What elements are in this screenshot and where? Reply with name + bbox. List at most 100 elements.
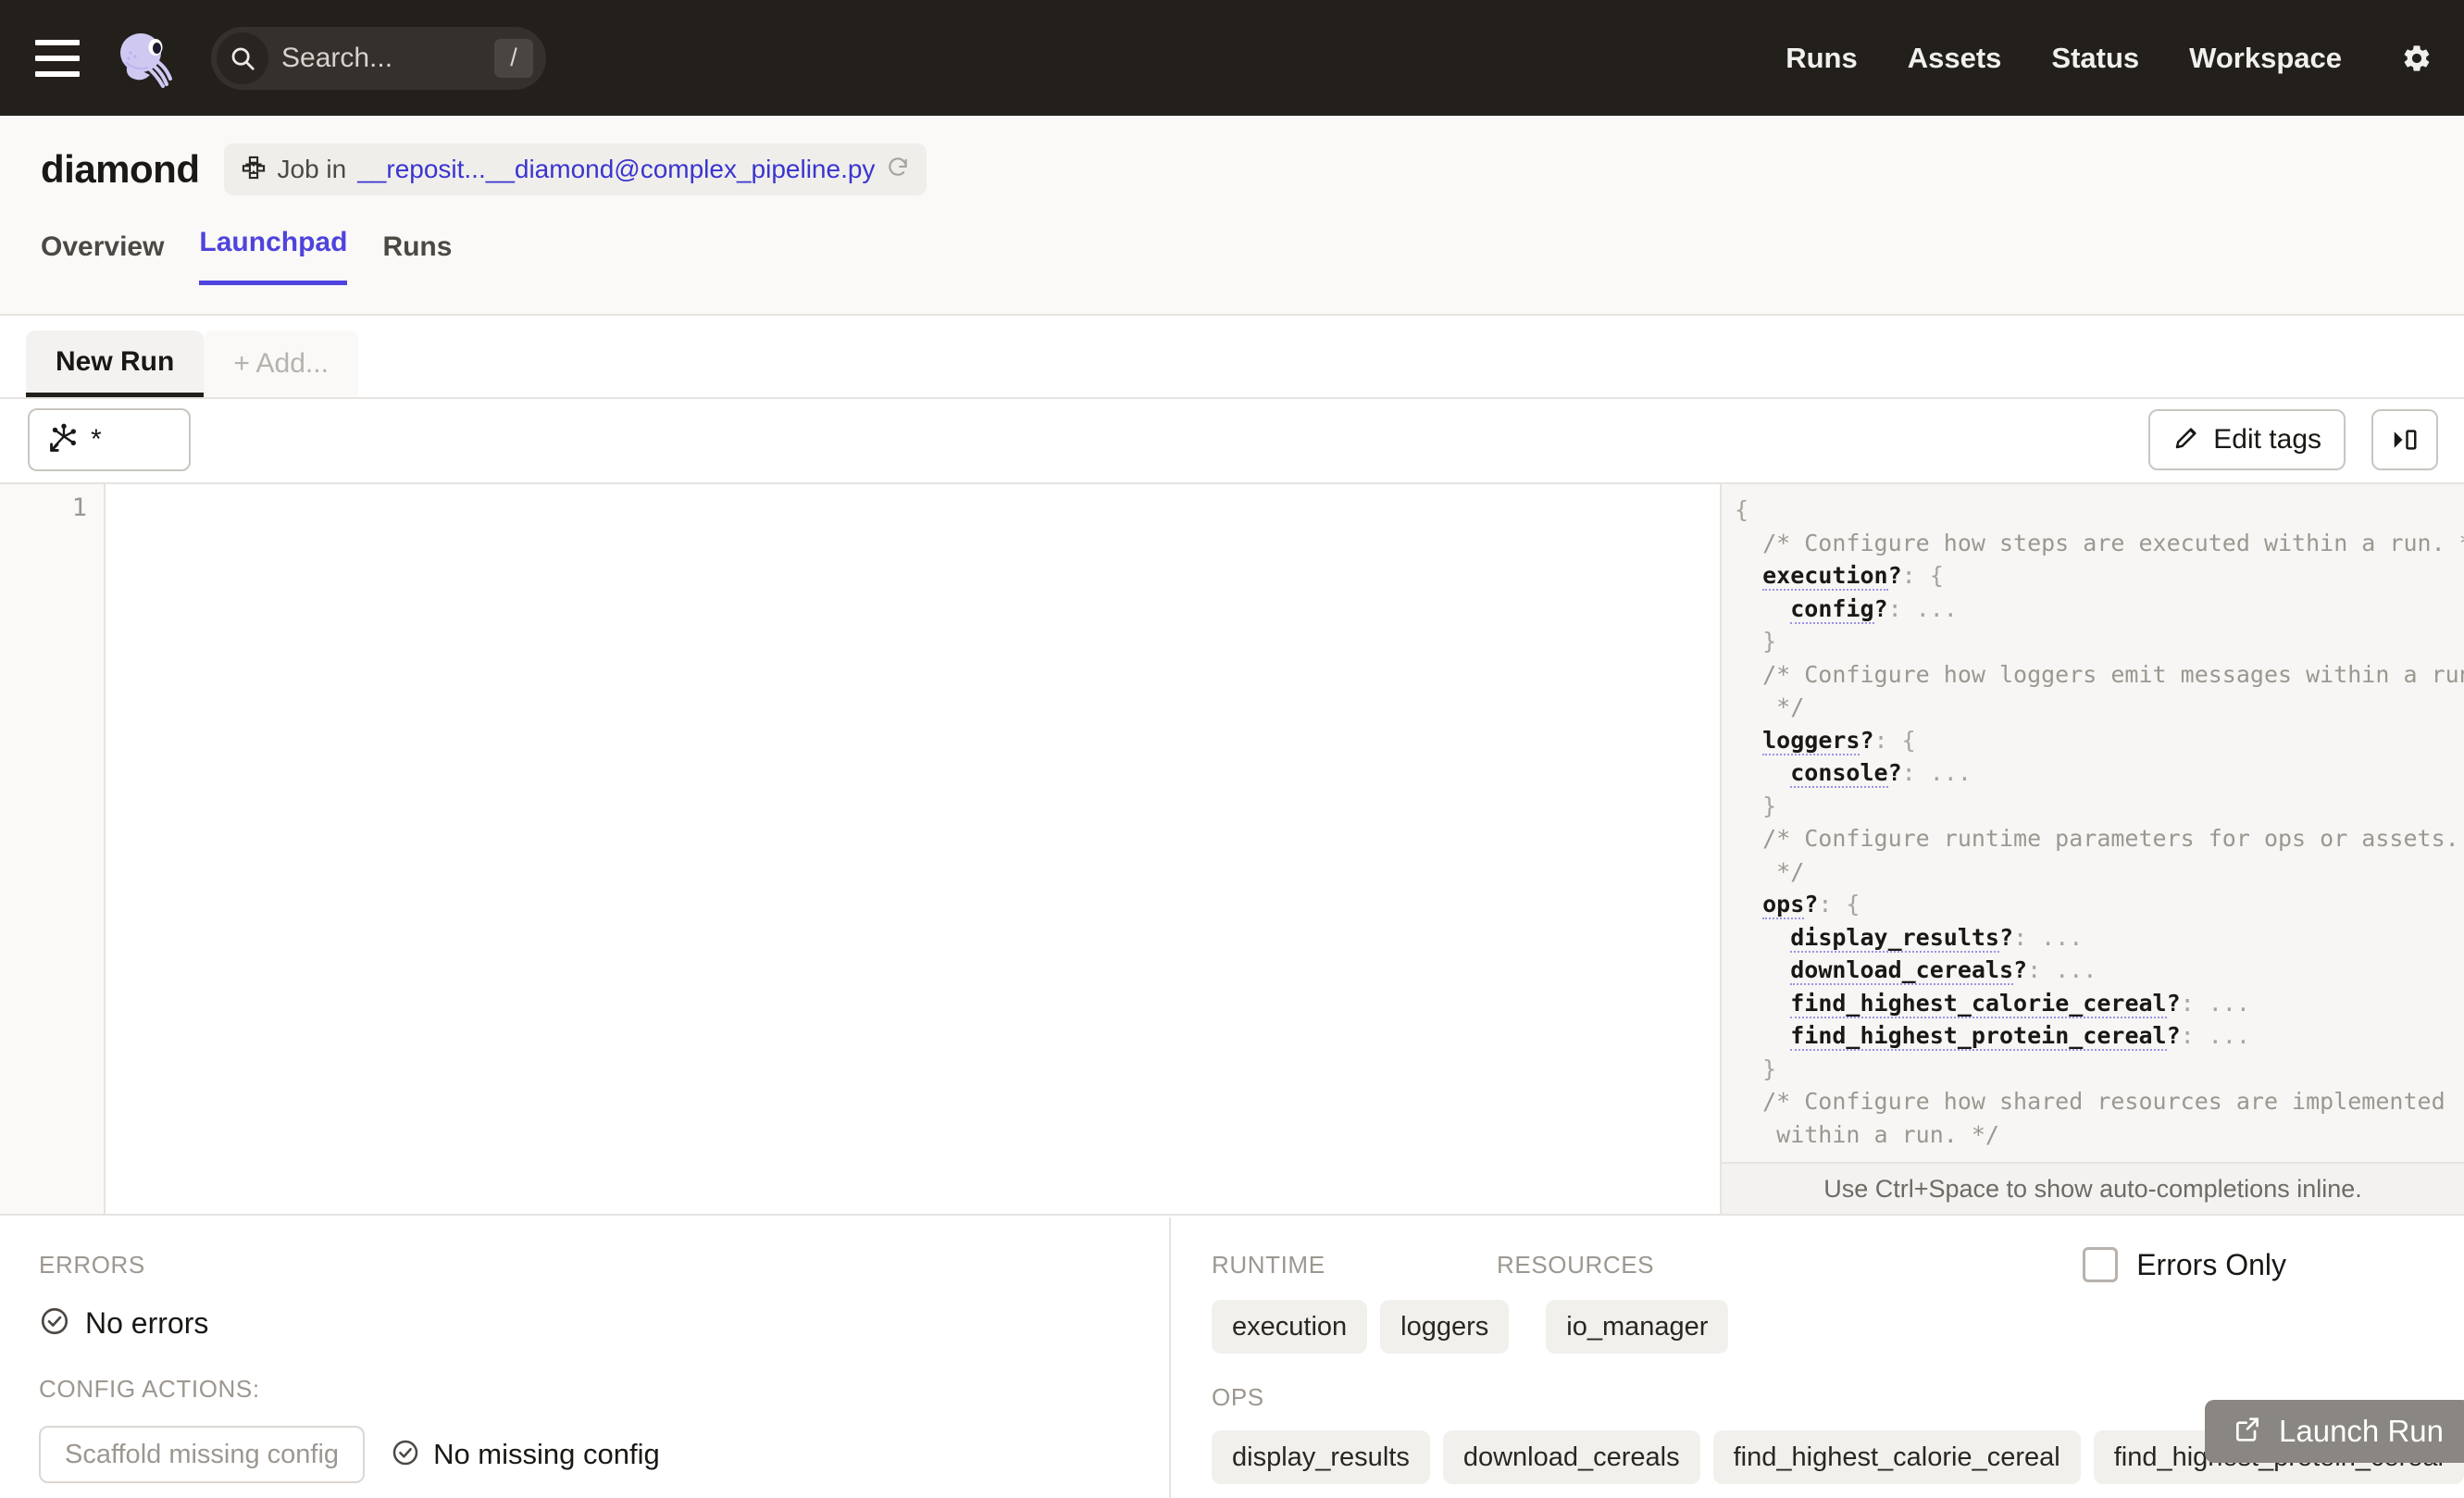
run-tab-bar: New Run + Add... bbox=[0, 316, 2464, 399]
hint-config-key[interactable]: display_results bbox=[1790, 924, 1999, 953]
dagster-logo-icon[interactable] bbox=[115, 29, 174, 88]
hint-code-line: find_highest_protein_cereal?: ... bbox=[1735, 1019, 2464, 1053]
hint-code-line: { bbox=[1735, 493, 2464, 527]
hint-code-line: /* Configure runtime parameters for ops … bbox=[1735, 822, 2464, 855]
gear-icon[interactable] bbox=[2401, 43, 2433, 74]
nav-link-runs[interactable]: Runs bbox=[1786, 42, 1858, 75]
hint-config-key[interactable]: find_highest_calorie_cereal bbox=[1790, 990, 2166, 1018]
hint-code-line: within a run. */ bbox=[1735, 1118, 2464, 1152]
hint-token bbox=[1735, 891, 1762, 918]
hint-token: within a run. */ bbox=[1735, 1121, 1999, 1148]
checkbox-box[interactable] bbox=[2083, 1247, 2118, 1282]
tab-runs[interactable]: Runs bbox=[382, 231, 452, 285]
autocomplete-hint-text: Use Ctrl+Space to show auto-completions … bbox=[1823, 1175, 2362, 1204]
hint-token: : bbox=[2181, 1022, 2209, 1049]
search-icon bbox=[217, 32, 268, 84]
hint-config-key[interactable]: config bbox=[1790, 595, 1873, 624]
launchpad-footer: ERRORS No errors CONFIG ACTIONS: Scaffol… bbox=[0, 1217, 2464, 1498]
hint-code-line: find_highest_calorie_cereal?: ... bbox=[1735, 987, 2464, 1020]
page-title: diamond bbox=[41, 147, 200, 192]
autocomplete-hint-footer: Use Ctrl+Space to show auto-completions … bbox=[1722, 1162, 2464, 1214]
hint-code-line: /* Configure how steps are executed with… bbox=[1735, 527, 2464, 560]
op-tag[interactable]: download_cereals bbox=[1443, 1430, 1700, 1484]
runtime-tag[interactable]: execution bbox=[1212, 1300, 1367, 1354]
nav-link-assets[interactable]: Assets bbox=[1908, 42, 2002, 75]
config-schema-hint-panel: { /* Configure how steps are executed wi… bbox=[1720, 484, 2464, 1214]
hint-code-line: loggers?: { bbox=[1735, 724, 2464, 757]
errors-section-label: ERRORS bbox=[39, 1251, 1169, 1280]
hint-token bbox=[1735, 956, 1790, 983]
op-selector-value: * bbox=[91, 426, 102, 454]
hint-token: /* Configure how shared resources are im… bbox=[1735, 1088, 2445, 1115]
refresh-icon[interactable] bbox=[886, 156, 910, 184]
missing-config-status-text: No missing config bbox=[433, 1438, 660, 1471]
check-circle-icon bbox=[39, 1305, 70, 1342]
errors-status-row: No errors bbox=[39, 1305, 1169, 1342]
edit-tags-button[interactable]: Edit tags bbox=[2148, 409, 2346, 470]
run-tab-new-run[interactable]: New Run bbox=[26, 331, 204, 397]
config-code-input[interactable] bbox=[106, 484, 1720, 1214]
op-tag[interactable]: find_highest_calorie_cereal bbox=[1713, 1430, 2081, 1484]
hint-token: ? bbox=[1888, 562, 1902, 589]
config-action-row: Scaffold missing config No missing confi… bbox=[39, 1426, 1169, 1483]
hint-token: /* Configure how loggers emit messages w… bbox=[1735, 661, 2464, 688]
runtime-tags: executionloggers bbox=[1212, 1300, 1509, 1354]
hint-config-key[interactable]: download_cereals bbox=[1790, 956, 2013, 985]
hint-token: : bbox=[1902, 759, 1930, 786]
runtime-tag[interactable]: loggers bbox=[1380, 1300, 1509, 1354]
tab-overview[interactable]: Overview bbox=[41, 231, 164, 285]
hint-token: : bbox=[2027, 956, 2055, 983]
config-editor: 1 { /* Configure how steps are executed … bbox=[0, 484, 2464, 1216]
hint-token: : bbox=[2013, 924, 2041, 951]
hint-token: ? bbox=[2167, 990, 2181, 1017]
hint-token: ? bbox=[1860, 727, 1873, 754]
external-link-icon bbox=[2233, 1415, 2262, 1449]
op-tag[interactable]: display_results bbox=[1212, 1430, 1430, 1484]
hint-token bbox=[1735, 595, 1790, 622]
scaffold-missing-config-button[interactable]: Scaffold missing config bbox=[39, 1426, 365, 1483]
runtime-tag-row: executionloggers io_manager bbox=[1212, 1300, 2464, 1354]
hint-config-key[interactable]: execution bbox=[1762, 562, 1887, 591]
nav-link-workspace[interactable]: Workspace bbox=[2189, 42, 2342, 75]
hint-token: ? bbox=[1804, 891, 1818, 918]
job-graph-icon bbox=[241, 155, 267, 185]
hint-token bbox=[1735, 759, 1790, 786]
hint-token bbox=[1735, 990, 1790, 1017]
run-tab-add[interactable]: + Add... bbox=[204, 331, 358, 397]
op-selector-input[interactable]: * bbox=[28, 408, 191, 471]
tab-launchpad[interactable]: Launchpad bbox=[199, 227, 347, 285]
hint-token bbox=[1735, 727, 1762, 754]
resource-tag[interactable]: io_manager bbox=[1546, 1300, 1728, 1354]
editor-line-gutter: 1 bbox=[0, 484, 106, 1214]
hint-token: ... bbox=[1930, 759, 1972, 786]
errors-only-checkbox[interactable]: Errors Only bbox=[2083, 1247, 2286, 1282]
hint-token: : { bbox=[1818, 891, 1860, 918]
pencil-icon bbox=[2172, 424, 2200, 456]
line-number: 1 bbox=[0, 492, 87, 525]
hint-config-key[interactable]: ops bbox=[1762, 891, 1804, 919]
hint-config-key[interactable]: find_highest_protein_cereal bbox=[1790, 1022, 2166, 1051]
launch-run-button[interactable]: Launch Run bbox=[2205, 1400, 2464, 1463]
toggle-side-panel-icon[interactable] bbox=[2371, 409, 2438, 470]
runtime-resources-pane: RUNTIME RESOURCES executionloggers io_ma… bbox=[1171, 1217, 2464, 1498]
hamburger-menu-icon[interactable] bbox=[35, 40, 80, 77]
nav-link-status[interactable]: Status bbox=[2051, 42, 2139, 75]
hint-token bbox=[1735, 1022, 1790, 1049]
hint-config-key[interactable]: loggers bbox=[1762, 727, 1860, 755]
hint-code-line: /* Configure how shared resources are im… bbox=[1735, 1085, 2464, 1118]
search-input[interactable]: Search... / bbox=[211, 27, 546, 90]
hint-token: /* Configure runtime parameters for ops … bbox=[1735, 825, 2459, 852]
hint-config-key[interactable]: console bbox=[1790, 759, 1887, 788]
hint-token: : bbox=[1888, 595, 1916, 622]
hint-token: { bbox=[1735, 496, 1748, 523]
hint-token: ? bbox=[1874, 595, 1888, 622]
hint-code-line: */ bbox=[1735, 691, 2464, 724]
hint-token: } bbox=[1735, 793, 1776, 819]
search-placeholder: Search... bbox=[281, 43, 392, 74]
search-shortcut-badge: / bbox=[494, 39, 533, 78]
job-chip-link[interactable]: __reposit...__diamond@complex_pipeline.p… bbox=[357, 155, 875, 184]
runtime-label: RUNTIME bbox=[1212, 1251, 1497, 1280]
primary-nav: Runs Assets Status Workspace bbox=[1786, 42, 2433, 75]
job-location-chip[interactable]: Job in __reposit...__diamond@complex_pip… bbox=[224, 144, 927, 195]
hint-code-line: display_results?: ... bbox=[1735, 921, 2464, 955]
